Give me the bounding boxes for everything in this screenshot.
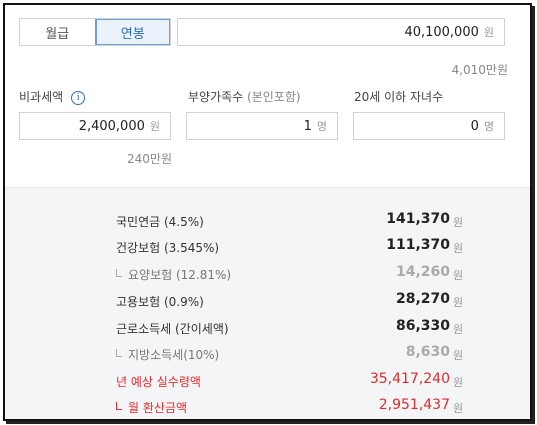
result-unit: 원 <box>453 402 464 415</box>
result-amount: 35,417,240 <box>369 371 450 387</box>
dependents-label-note: (본인포함) <box>247 90 301 104</box>
result-amount: 28,270 <box>395 291 450 307</box>
result-amount: 111,370 <box>386 237 450 253</box>
result-unit: 원 <box>453 323 464 336</box>
result-row-highlight: 년 예상 실수령액 35,417,240 원 <box>5 370 530 390</box>
nontax-label-group: 비과세액 i <box>19 88 86 105</box>
result-unit: 원 <box>453 269 464 282</box>
result-label-group: 월 환산금액 <box>116 399 187 416</box>
info-icon[interactable]: i <box>71 91 86 105</box>
result-unit: 원 <box>453 296 464 309</box>
salary-value: 40,100,000 <box>404 24 479 40</box>
result-unit: 원 <box>453 376 464 389</box>
result-label: 월 환산금액 <box>128 401 188 415</box>
salary-unit: 원 <box>483 26 494 39</box>
dependents-input[interactable]: 1 명 <box>186 112 338 140</box>
results-panel: 국민연금 (4.5%) 141,370 원 건강보험 (3.545%) 111,… <box>5 187 530 419</box>
nontax-unit: 원 <box>149 120 160 133</box>
result-unit: 원 <box>453 216 464 229</box>
result-unit: 원 <box>453 242 464 255</box>
salary-hint: 4,010만원 <box>451 63 508 77</box>
result-row: 지방소득세(10%) 8,630 원 <box>5 343 530 363</box>
nontax-value: 2,400,000 <box>78 118 145 134</box>
children-label: 20세 이하 자녀수 <box>354 90 444 104</box>
result-label: 근로소득세 (간이세액) <box>116 322 229 336</box>
nontax-label: 비과세액 <box>19 90 64 104</box>
result-label-group: 요양보험 (12.81%) <box>116 266 231 283</box>
tab-annual[interactable]: 연봉 <box>94 19 170 45</box>
result-amount: 141,370 <box>386 211 450 227</box>
result-label: 요양보험 (12.81%) <box>128 268 232 282</box>
children-unit: 명 <box>483 120 494 133</box>
result-row-highlight: 월 환산금액 2,951,437 원 <box>5 396 530 416</box>
salary-input[interactable]: 40,100,000 원 <box>177 18 505 46</box>
result-label: 국민연금 (4.5%) <box>116 215 204 229</box>
result-amount: 14,260 <box>395 264 450 280</box>
sub-item-corner-icon <box>116 269 122 277</box>
result-label: 고용보험 (0.9%) <box>116 295 204 309</box>
nontax-input[interactable]: 2,400,000 원 <box>19 112 171 140</box>
result-label: 건강보험 (3.545%) <box>116 241 220 255</box>
result-row: 건강보험 (3.545%) 111,370 원 <box>5 236 530 256</box>
dependents-value: 1 <box>303 118 312 134</box>
result-amount: 86,330 <box>395 318 450 334</box>
result-label: 지방소득세(10%) <box>128 348 220 362</box>
result-row: 고용보험 (0.9%) 28,270 원 <box>5 290 530 310</box>
result-unit: 원 <box>453 349 464 362</box>
result-label: 년 예상 실수령액 <box>116 375 201 389</box>
result-amount: 2,951,437 <box>378 397 450 413</box>
dependents-unit: 명 <box>316 120 327 133</box>
dependents-label-group: 부양가족수 (본인포함) <box>188 88 301 105</box>
children-input[interactable]: 0 명 <box>353 112 505 140</box>
sub-item-corner-icon <box>116 402 122 410</box>
result-row: 국민연금 (4.5%) 141,370 원 <box>5 210 530 230</box>
calculator-window: 월급 연봉 40,100,000 원 4,010만원 비과세액 i 부양가족수 (… <box>3 3 532 421</box>
children-value: 0 <box>470 118 479 134</box>
nontax-hint: 240만원 <box>127 152 172 166</box>
result-row: 요양보험 (12.81%) 14,260 원 <box>5 263 530 283</box>
sub-item-corner-icon <box>116 349 122 357</box>
tab-monthly[interactable]: 월급 <box>20 19 95 45</box>
result-amount: 8,630 <box>405 344 450 360</box>
pay-type-toggle: 월급 연봉 <box>19 18 171 46</box>
result-row: 근로소득세 (간이세액) 86,330 원 <box>5 317 530 337</box>
result-label-group: 지방소득세(10%) <box>116 346 219 363</box>
dependents-label: 부양가족수 <box>188 90 244 104</box>
